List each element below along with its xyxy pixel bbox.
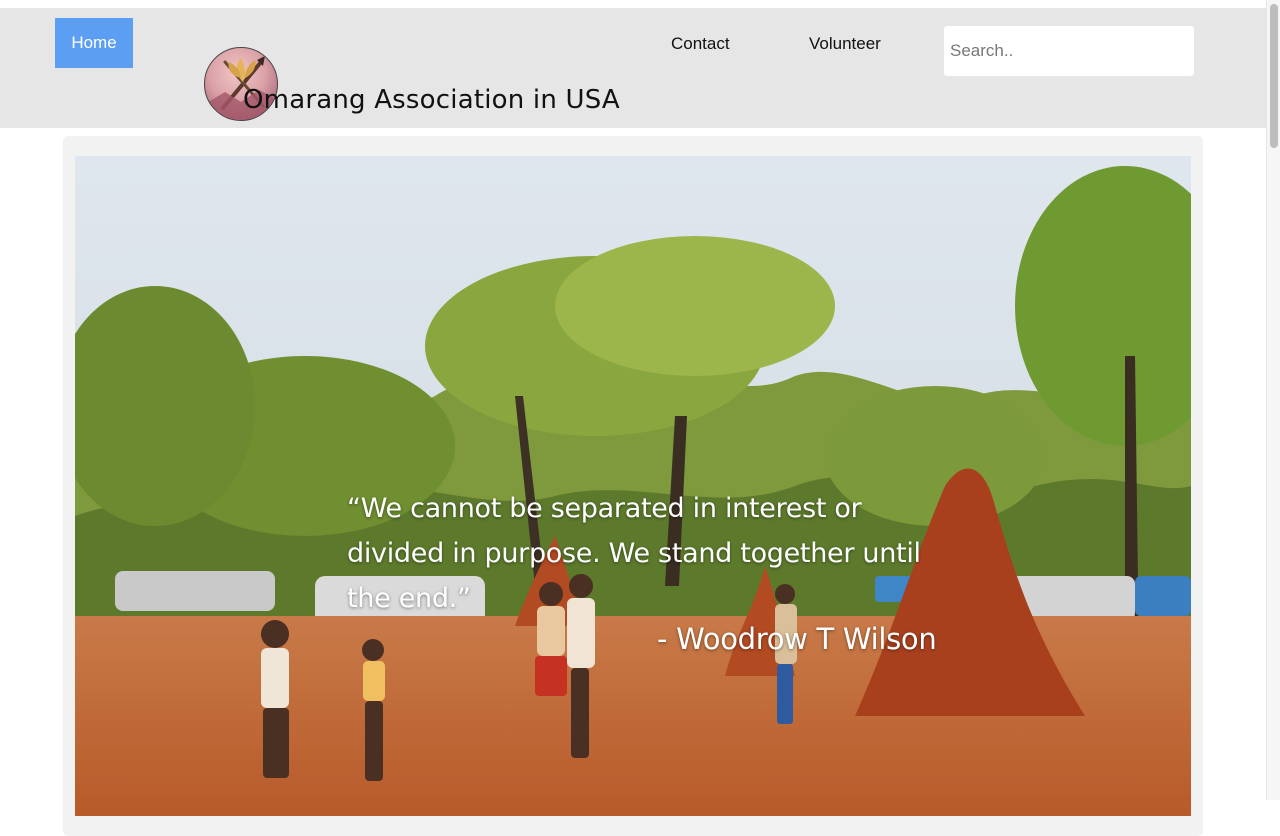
page-scrollbar[interactable] <box>1266 0 1280 800</box>
nav-volunteer-link[interactable]: Volunteer <box>809 34 881 54</box>
hero-quote: “We cannot be separated in interest or d… <box>347 493 921 614</box>
hero-image: “We cannot be separated in interest or d… <box>75 156 1191 816</box>
search-input[interactable] <box>944 26 1194 76</box>
scrollbar-thumb[interactable] <box>1270 4 1278 148</box>
site-title[interactable]: Omarang Association in USA <box>243 85 620 115</box>
nav-contact-link[interactable]: Contact <box>671 34 730 54</box>
home-button[interactable]: Home <box>55 18 133 68</box>
hero-quote-author: - Woodrow T Wilson <box>657 622 937 656</box>
top-strip <box>0 0 1280 8</box>
navbar: Home Omarang Association in USA Contact … <box>0 8 1266 128</box>
